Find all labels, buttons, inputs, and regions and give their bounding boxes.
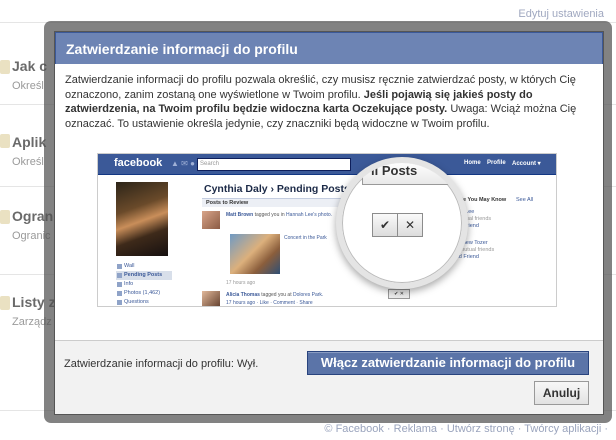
preview-left-nav: Wall Pending Posts Info Photos (1,462) Q… bbox=[116, 262, 172, 306]
magnifier-pending-posts-tab: ll Posts bbox=[362, 163, 454, 185]
profile-review-dialog: Zatwierdzanie informacji do profilu Zatw… bbox=[54, 31, 604, 415]
preview-nav-profile: Profile bbox=[487, 160, 506, 166]
preview-fb-logo: facebook bbox=[114, 157, 163, 169]
cancel-button[interactable]: Anuluj bbox=[534, 381, 589, 405]
background-section-sub: Określ bbox=[12, 80, 44, 92]
preview-nav-item: Questions bbox=[116, 298, 172, 306]
preview-illustration: facebook ▲ ✉ ● Search Home Profile Accou… bbox=[97, 153, 557, 307]
background-section-title: Jak c bbox=[12, 58, 48, 74]
dialog-title: Zatwierdzanie informacji do profilu bbox=[55, 32, 603, 64]
dialog-body: Zatwierdzanie informacji do profilu pozw… bbox=[55, 64, 603, 131]
check-icon: ✔ bbox=[372, 213, 398, 237]
preview-profile-photo bbox=[116, 182, 168, 256]
preview-post-text: Alicia Thomas tagged you at Dolores Park… bbox=[226, 292, 323, 298]
preview-nav-account: Account ▾ bbox=[512, 161, 541, 167]
preview-magnifier: ll Posts ✔ ✕ bbox=[336, 157, 468, 289]
preview-mini-approve-buttons: ✔ ✕ bbox=[388, 289, 410, 299]
enable-review-button[interactable]: Włącz zatwierdzanie informacji do profil… bbox=[307, 351, 589, 375]
section-icon bbox=[0, 60, 10, 74]
preview-nav-item: Info bbox=[116, 280, 172, 289]
preview-post-author: Matt Brown bbox=[226, 212, 254, 218]
preview-post-photo bbox=[230, 234, 280, 274]
preview-post-time: 17 hours ago bbox=[226, 280, 256, 286]
preview-post-meta: 17 hours ago · Like · Comment · Share bbox=[226, 300, 313, 306]
section-icon bbox=[0, 134, 10, 148]
preview-nav-item: Pending Posts bbox=[116, 271, 172, 280]
preview-post-verb: tagged you at bbox=[261, 292, 292, 298]
preview-jewel-icons: ▲ ✉ ● bbox=[171, 159, 195, 168]
preview-post-avatar bbox=[202, 211, 220, 229]
preview-page-title: Cynthia Daly › Pending Posts bbox=[204, 183, 350, 195]
preview-post-author: Alicia Thomas bbox=[226, 292, 260, 298]
preview-nav-home: Home bbox=[464, 160, 481, 166]
background-edit-link: Edytuj ustawienia bbox=[518, 8, 604, 20]
preview-post-text: Matt Brown tagged you in Hannah Lee's ph… bbox=[226, 212, 332, 218]
preview-see-all: See All bbox=[516, 197, 534, 203]
background-top-row: Edytuj ustawienia bbox=[0, 0, 616, 23]
preview-photo-label: Concert in the Park bbox=[284, 235, 327, 241]
preview-post-verb: tagged you in bbox=[254, 212, 285, 218]
review-status-text: Zatwierdzanie informacji do profilu: Wył… bbox=[64, 358, 259, 370]
preview-posts-to-review: Posts to Review bbox=[202, 198, 352, 207]
preview-post-avatar bbox=[202, 291, 220, 306]
preview-fb-header: facebook ▲ ✉ ● Search Home Profile Accou… bbox=[98, 154, 556, 175]
background-section-sub: Określ bbox=[12, 156, 44, 168]
preview-search: Search bbox=[197, 158, 351, 171]
background-footer-links[interactable]: © Facebook · Reklama · Utwórz stronę · T… bbox=[324, 423, 608, 435]
dialog-footer: Zatwierdzanie informacji do profilu: Wył… bbox=[55, 340, 603, 414]
x-icon: ✕ bbox=[397, 213, 423, 237]
preview-nav-item: Wall bbox=[116, 262, 172, 271]
section-icon bbox=[0, 210, 10, 224]
section-icon bbox=[0, 296, 10, 310]
preview-post-target: Hannah Lee's photo. bbox=[286, 212, 333, 218]
preview-post-target: Dolores Park. bbox=[293, 292, 324, 298]
preview-nav-item: Photos (1,462) bbox=[116, 289, 172, 298]
dialog-description: Zatwierdzanie informacji do profilu pozw… bbox=[65, 73, 593, 131]
background-section-title: Aplik bbox=[12, 134, 47, 150]
